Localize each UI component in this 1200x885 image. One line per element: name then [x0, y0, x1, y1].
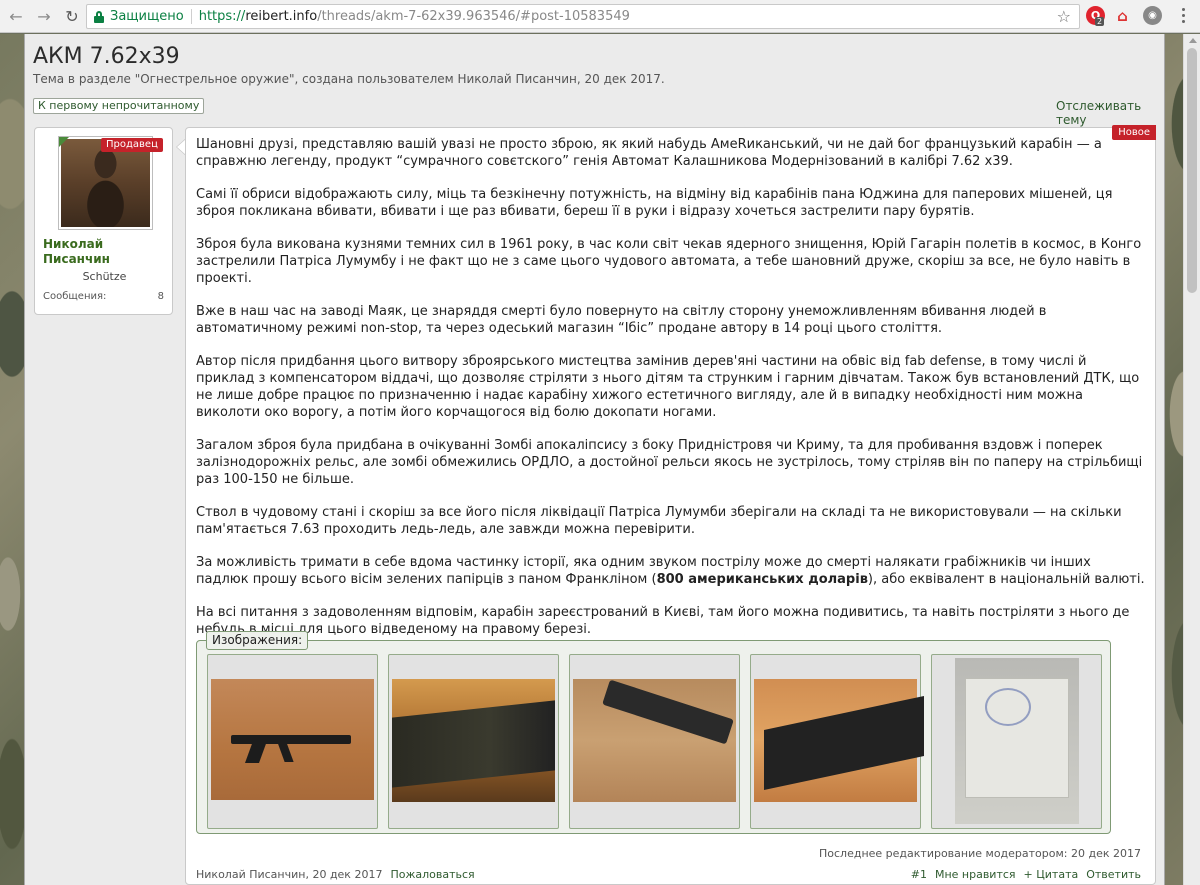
- message-paragraph: На всі питання з задоволенням відповім, …: [196, 605, 1130, 637]
- user-stats-value[interactable]: 8: [158, 291, 164, 302]
- message-post: Новое Шановні друзі, представляю вашій у…: [185, 125, 1156, 885]
- user-card: Продавец Николай Писанчин Schütze Сообще…: [34, 127, 173, 315]
- attachment-image: [392, 679, 555, 802]
- back-arrow-icon[interactable]: ←: [4, 4, 28, 28]
- attachment-image: [573, 679, 736, 802]
- scroll-thumb[interactable]: [1187, 48, 1197, 293]
- message-paragraph: Ствол в чудовому стані і скоріш за все й…: [196, 505, 1122, 537]
- price-paragraph: За можливість тримати в себе вдома части…: [196, 554, 1146, 588]
- attachment-image: [754, 679, 924, 802]
- message-paragraph: Вже в наш час на заводі Маяк, це знарядд…: [196, 304, 1047, 336]
- address-bar[interactable]: Защищено https://reibert.info/threads/ak…: [86, 4, 1080, 29]
- forum-page: АКМ 7.62x39 Тема в разделе "Огнестрельно…: [24, 34, 1165, 885]
- attachment-thumb-handguard[interactable]: [750, 654, 924, 829]
- message-paragraph: Загалом зброя була придбана в очікуванні…: [196, 438, 1143, 487]
- url-host: reibert.info: [245, 9, 318, 24]
- message-paragraph: Автор після придбання цього витвору збро…: [196, 354, 1140, 420]
- menu-dots-icon[interactable]: [1182, 8, 1186, 26]
- extension-house-icon[interactable]: ⌂: [1113, 6, 1132, 25]
- page-scrollbar[interactable]: [1183, 34, 1200, 885]
- message-footer-right: #1 Мне нравится + Цитата Ответить: [903, 868, 1141, 881]
- like-link[interactable]: Мне нравится: [935, 868, 1016, 881]
- quote-link[interactable]: + Цитата: [1024, 868, 1079, 881]
- attachment-image: [955, 658, 1079, 824]
- attachments-label: Изображения:: [206, 631, 309, 650]
- edited-note: Последнее редактирование модератором: 20…: [819, 847, 1141, 860]
- extension-circle-icon[interactable]: ◉: [1143, 6, 1162, 25]
- user-stats-label: Сообщения:: [43, 291, 107, 302]
- bookmark-star-icon[interactable]: ☆: [1057, 7, 1071, 26]
- attachment-thumb-receiver[interactable]: [388, 654, 559, 829]
- seller-ribbon: Продавец: [101, 138, 163, 152]
- omnibox-separator: [190, 9, 192, 24]
- extension-badge: 2: [1095, 17, 1105, 26]
- attachments-box: Изображения:: [196, 631, 1111, 834]
- url-path: /threads/akm-7-62x39.963546/#post-105835…: [317, 9, 630, 24]
- user-title: Schütze: [82, 270, 127, 283]
- thread-subtitle: Тема в разделе "Огнестрельное оружие", с…: [33, 72, 665, 86]
- avatar-image: [61, 139, 150, 227]
- scroll-up-arrow-icon[interactable]: [1189, 38, 1197, 43]
- report-link[interactable]: Пожаловаться: [390, 868, 474, 881]
- attachment-thumb-rifle[interactable]: [207, 654, 378, 829]
- online-indicator: [59, 137, 69, 147]
- message-paragraph: Зброя була викована кузнями темних сил в…: [196, 237, 1142, 286]
- attachment-image: [211, 679, 374, 800]
- price-amount: 800 американських доларів: [656, 572, 868, 587]
- attachment-thumb-document[interactable]: [931, 654, 1102, 829]
- browser-toolbar: ← → ↻ Защищено https://reibert.info/thre…: [0, 0, 1200, 33]
- lock-icon: [94, 10, 104, 23]
- url-scheme: https://: [198, 9, 246, 24]
- watch-thread-link[interactable]: Отслеживать тему: [1056, 99, 1164, 127]
- attachment-thumb-muzzle[interactable]: [569, 654, 740, 829]
- post-number-link[interactable]: #1: [911, 868, 927, 881]
- user-name-link[interactable]: Николай Писанчин: [43, 237, 143, 267]
- message-paragraph: Шановні друзі, представляю вашій увазі н…: [196, 137, 1102, 169]
- reload-icon[interactable]: ↻: [60, 4, 84, 28]
- first-unread-button[interactable]: К первому непрочитанному: [33, 98, 205, 114]
- message-footer-left: Николай Писанчин, 20 дек 2017 Пожаловатьс…: [196, 868, 475, 881]
- thread-title: АКМ 7.62x39: [33, 44, 180, 69]
- reply-link[interactable]: Ответить: [1086, 868, 1141, 881]
- post-author-date[interactable]: Николай Писанчин, 20 дек 2017: [196, 868, 382, 881]
- price-text-after: ), або еквівалент в національній валюті.: [867, 572, 1145, 587]
- forward-arrow-icon[interactable]: →: [32, 4, 56, 28]
- message-paragraph: Самі її обриси відображають силу, міць т…: [196, 187, 1113, 219]
- message-body: Шановні друзі, представляю вашій увазі н…: [196, 136, 1146, 654]
- secure-label: Защищено: [110, 9, 184, 24]
